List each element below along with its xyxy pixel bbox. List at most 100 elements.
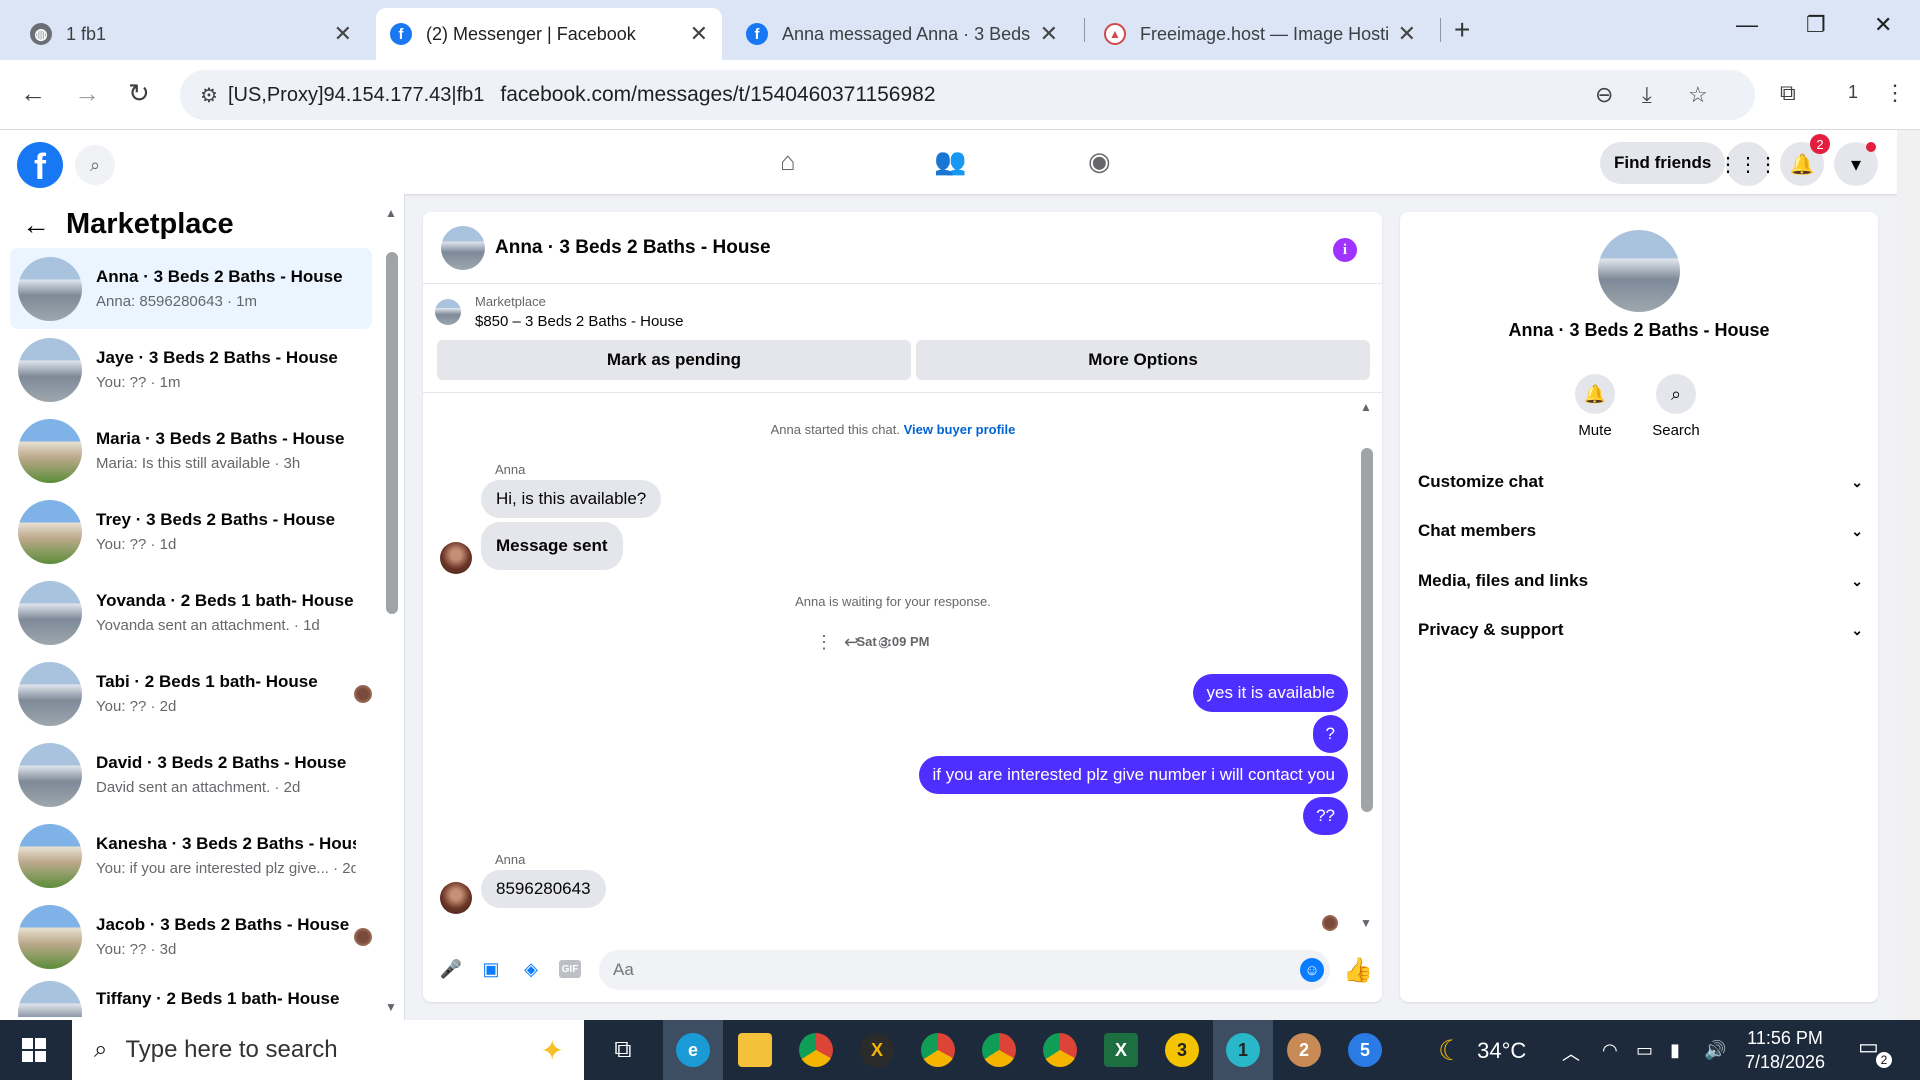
back-arrow-icon[interactable]: ← — [22, 209, 50, 241]
home-icon[interactable]: ⌂ — [780, 146, 796, 177]
tab-anna-messaged[interactable]: f Anna messaged Anna · 3 Beds 2 ✕ — [732, 8, 1072, 60]
app-1-icon[interactable]: 1 — [1213, 1020, 1273, 1080]
privacy-support-row[interactable]: Privacy & support ⌄ — [1418, 607, 1863, 653]
reply-icon[interactable]: ↩ — [844, 632, 859, 653]
info-icon[interactable]: i — [1333, 238, 1357, 262]
search-conversation-button[interactable]: ⌕ Search — [1636, 374, 1716, 439]
display-icon[interactable]: ▭ — [1636, 1040, 1653, 1061]
gif-icon[interactable]: GIF — [559, 960, 581, 978]
url-text[interactable]: facebook.com/messages/t/1540460371156982 — [500, 83, 935, 107]
minimize-button[interactable]: — — [1736, 12, 1758, 38]
back-arrow-icon[interactable]: ← — [20, 78, 46, 109]
close-tab-icon[interactable]: ✕ — [690, 21, 708, 47]
conversation-item-tabi[interactable]: Tabi · 2 Beds 1 bath- House You: ?? · 2d — [10, 653, 372, 734]
notifications-bell-icon[interactable]: 🔔 2 — [1780, 134, 1830, 186]
more-options-button[interactable]: More Options — [916, 340, 1370, 380]
menu-grid-icon[interactable]: ⋮⋮⋮ — [1718, 142, 1778, 186]
reload-icon[interactable]: ↻ — [128, 78, 150, 109]
close-tab-icon[interactable]: ✕ — [1040, 21, 1058, 47]
new-tab-button[interactable]: + — [1454, 14, 1470, 46]
incoming-message[interactable]: Hi, is this available? — [481, 480, 662, 518]
system-clock[interactable]: 11:56 PM 7/18/2026 — [1730, 1026, 1840, 1074]
conversation-item-jacob[interactable]: Jacob · 3 Beds 2 Baths - House You: ?? ·… — [10, 896, 372, 977]
forward-arrow-icon[interactable]: → — [74, 78, 100, 109]
groups-icon[interactable]: ◉ — [1088, 146, 1111, 177]
tab-freeimage[interactable]: ▲ Freeimage.host — Image Hostin ✕ — [1090, 8, 1430, 60]
view-buyer-profile-link[interactable]: View buyer profile — [904, 422, 1016, 437]
app-2-icon[interactable]: 2 — [1274, 1020, 1334, 1080]
mark-as-pending-button[interactable]: Mark as pending — [437, 340, 911, 380]
account-dropdown-icon[interactable]: ▾ — [1834, 142, 1878, 186]
photo-icon[interactable]: ▣ — [479, 957, 503, 981]
taskbar-search[interactable]: ⌕ Type here to search ✦ — [72, 1020, 584, 1080]
details-avatar[interactable] — [1598, 230, 1680, 312]
outgoing-message[interactable]: ? — [1312, 715, 1348, 753]
restore-button[interactable]: ❐ — [1806, 12, 1826, 38]
scroll-up-arrow-icon[interactable]: ▲ — [385, 206, 397, 220]
scroll-down-arrow-icon[interactable]: ▼ — [1360, 916, 1372, 930]
conversation-item-maria[interactable]: Maria · 3 Beds 2 Baths - House Maria: Is… — [10, 410, 372, 491]
conversation-item-trey[interactable]: Trey · 3 Beds 2 Baths - House You: ?? · … — [10, 491, 372, 572]
more-actions-icon[interactable]: ⋮ — [815, 632, 833, 653]
friends-icon[interactable]: 👥 — [934, 146, 966, 177]
chat-members-row[interactable]: Chat members ⌄ — [1418, 508, 1863, 554]
show-hidden-icons-icon[interactable]: ︿ — [1562, 1040, 1580, 1066]
sidebar-scrollbar[interactable] — [386, 252, 398, 614]
address-bar[interactable]: ⚙ [US,Proxy]94.154.177.43|fb1 facebook.c… — [180, 70, 1755, 120]
chrome-profile-icon[interactable] — [908, 1020, 968, 1080]
incoming-message[interactable]: 8596280643 — [481, 870, 606, 908]
notification-center-icon[interactable]: ▭ 2 — [1858, 1034, 1892, 1068]
thumbs-up-icon[interactable]: 👍 — [1343, 956, 1373, 985]
bookmark-star-icon[interactable]: ☆ — [1688, 82, 1708, 108]
windows-start-icon[interactable] — [22, 1038, 46, 1062]
chat-avatar[interactable] — [441, 226, 485, 270]
close-tab-icon[interactable]: ✕ — [334, 21, 352, 47]
conversation-item-david[interactable]: David · 3 Beds 2 Baths - House David sen… — [10, 734, 372, 815]
file-explorer-icon[interactable] — [725, 1020, 785, 1080]
chrome-profile-z-icon[interactable] — [1030, 1020, 1090, 1080]
chat-title[interactable]: Anna · 3 Beds 2 Baths - House — [495, 237, 771, 259]
outgoing-message[interactable]: if you are interested plz give number i … — [919, 756, 1348, 794]
weather-widget[interactable]: ☾ 34°C — [1438, 1034, 1526, 1067]
ixbrowser-icon[interactable]: X — [847, 1020, 907, 1080]
install-app-icon[interactable]: ⤓ — [1642, 82, 1652, 108]
find-friends-button[interactable]: Find friends — [1600, 142, 1726, 184]
conversation-item-tiffany[interactable]: Tiffany · 2 Beds 1 bath- House — [10, 977, 372, 1017]
conversation-item-yovanda[interactable]: Yovanda · 2 Beds 1 bath- House Yovanda s… — [10, 572, 372, 653]
conversation-item-jaye[interactable]: Jaye · 3 Beds 2 Baths - House You: ?? · … — [10, 329, 372, 410]
react-icon[interactable]: ☺ — [875, 632, 893, 653]
more-menu-icon[interactable]: ⋮ — [1884, 80, 1906, 106]
battery-icon[interactable]: ▮ — [1670, 1040, 1680, 1061]
outgoing-message[interactable]: yes it is available — [1193, 674, 1348, 712]
edge-icon[interactable]: e — [663, 1020, 723, 1080]
chrome-profile-a-icon[interactable] — [969, 1020, 1029, 1080]
chrome-icon[interactable] — [786, 1020, 846, 1080]
wifi-icon[interactable]: ◠ — [1602, 1040, 1618, 1061]
search-icon[interactable]: ⌕ — [75, 145, 115, 185]
app-3-icon[interactable]: 3 — [1152, 1020, 1212, 1080]
chat-scrollbar[interactable] — [1361, 448, 1373, 812]
tab-messenger[interactable]: f (2) Messenger | Facebook ✕ — [376, 8, 722, 60]
incoming-message[interactable]: Message sent — [481, 522, 623, 570]
conversation-item-anna[interactable]: Anna · 3 Beds 2 Baths - House Anna: 8596… — [10, 248, 372, 329]
emoji-icon[interactable]: ☺ — [1300, 958, 1324, 982]
outgoing-message[interactable]: ?? — [1303, 797, 1348, 835]
marketplace-listing[interactable]: Marketplace $850 – 3 Beds 2 Baths - Hous… — [435, 294, 683, 330]
customize-chat-row[interactable]: Customize chat ⌄ — [1418, 459, 1863, 505]
scroll-up-arrow-icon[interactable]: ▲ — [1360, 400, 1372, 414]
task-view-icon[interactable]: ⧉ — [593, 1020, 653, 1080]
scroll-down-arrow-icon[interactable]: ▼ — [385, 1000, 397, 1014]
page-scrollbar[interactable] — [1897, 130, 1920, 1020]
zoom-icon[interactable]: ⊖ — [1595, 82, 1613, 108]
profile-counter[interactable]: 1 — [1848, 82, 1858, 103]
sticker-icon[interactable]: ◈ — [519, 957, 543, 981]
media-files-links-row[interactable]: Media, files and links ⌄ — [1418, 558, 1863, 604]
conversation-item-kanesha[interactable]: Kanesha · 3 Beds 2 Baths - House You: if… — [10, 815, 372, 896]
mute-button[interactable]: 🔔 Mute — [1555, 374, 1635, 439]
close-tab-icon[interactable]: ✕ — [1398, 21, 1416, 47]
message-input[interactable] — [599, 950, 1330, 990]
facebook-logo[interactable]: f — [17, 142, 63, 188]
tab-fb1[interactable]: ◍ 1 fb1 ✕ — [16, 8, 366, 60]
tab-search-icon[interactable]: ⧉ — [1780, 80, 1796, 106]
site-settings-icon[interactable]: ⚙ — [200, 83, 218, 108]
